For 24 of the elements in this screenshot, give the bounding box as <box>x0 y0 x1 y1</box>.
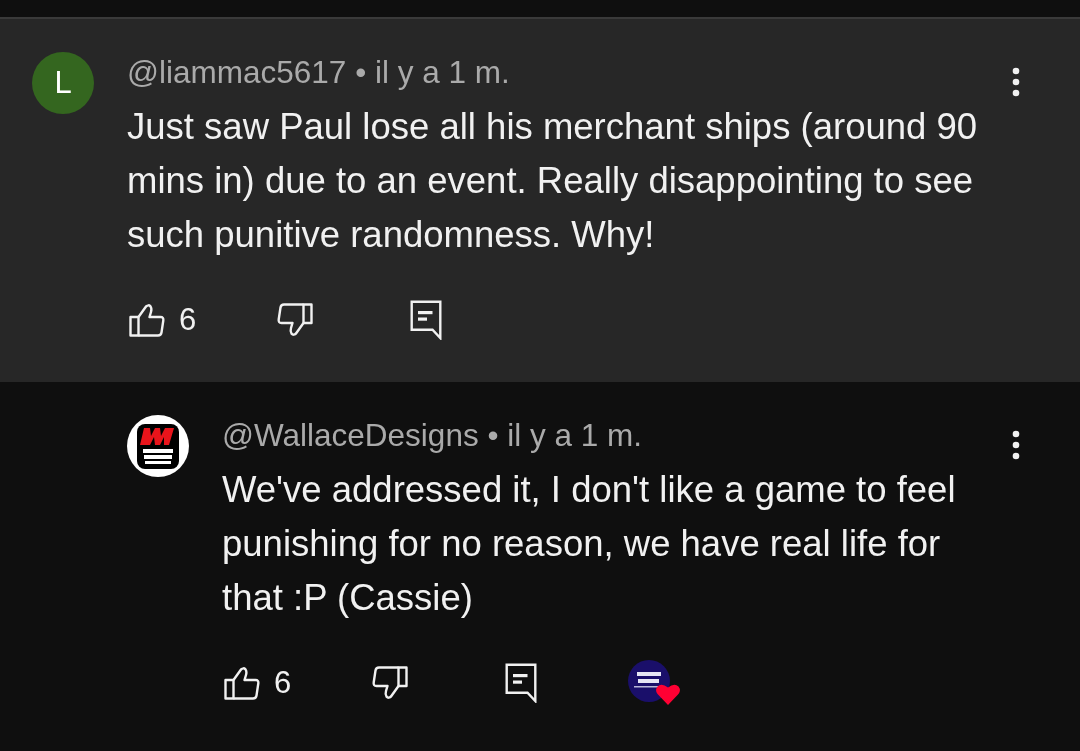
thumbs-down-icon <box>372 666 408 700</box>
dislike-button[interactable] <box>277 303 313 337</box>
comment-text: We've addressed it, I don't like a game to feel punishing for no reason, we have real life for that :P (Cassie) <box>222 468 957 620</box>
dislike-button[interactable] <box>372 666 408 700</box>
logo-avatar-icon[interactable] <box>127 415 189 477</box>
like-count: 6 <box>179 302 197 338</box>
like-button[interactable]: 6 <box>224 665 292 701</box>
comment-text: Just saw Paul lose all his merchant ships (around 90 mins in) due to an event. Really disappointing to see such punitive randomness. Why! <box>127 105 979 257</box>
thumbs-down-icon <box>277 303 313 337</box>
thumbs-up-icon <box>129 303 165 337</box>
comment-bubble-icon <box>505 663 537 703</box>
kebab-menu-icon <box>1012 67 1020 97</box>
reply-button[interactable] <box>505 663 537 703</box>
like-button[interactable]: 6 <box>129 302 197 338</box>
kebab-menu-icon <box>1012 430 1020 460</box>
comment-author[interactable]: @WallaceDesigns <box>222 415 479 455</box>
comment-time: • il y a 1 m. <box>355 53 510 92</box>
like-count: 6 <box>274 665 292 701</box>
thumbs-up-icon <box>224 666 260 700</box>
comment-time: • il y a 1 m. <box>487 416 643 455</box>
comment-author[interactable]: @liammac5617 <box>127 52 347 92</box>
letter-avatar[interactable]: L <box>32 52 94 114</box>
comment-bubble-icon <box>410 300 442 340</box>
reply-button[interactable] <box>410 300 442 340</box>
